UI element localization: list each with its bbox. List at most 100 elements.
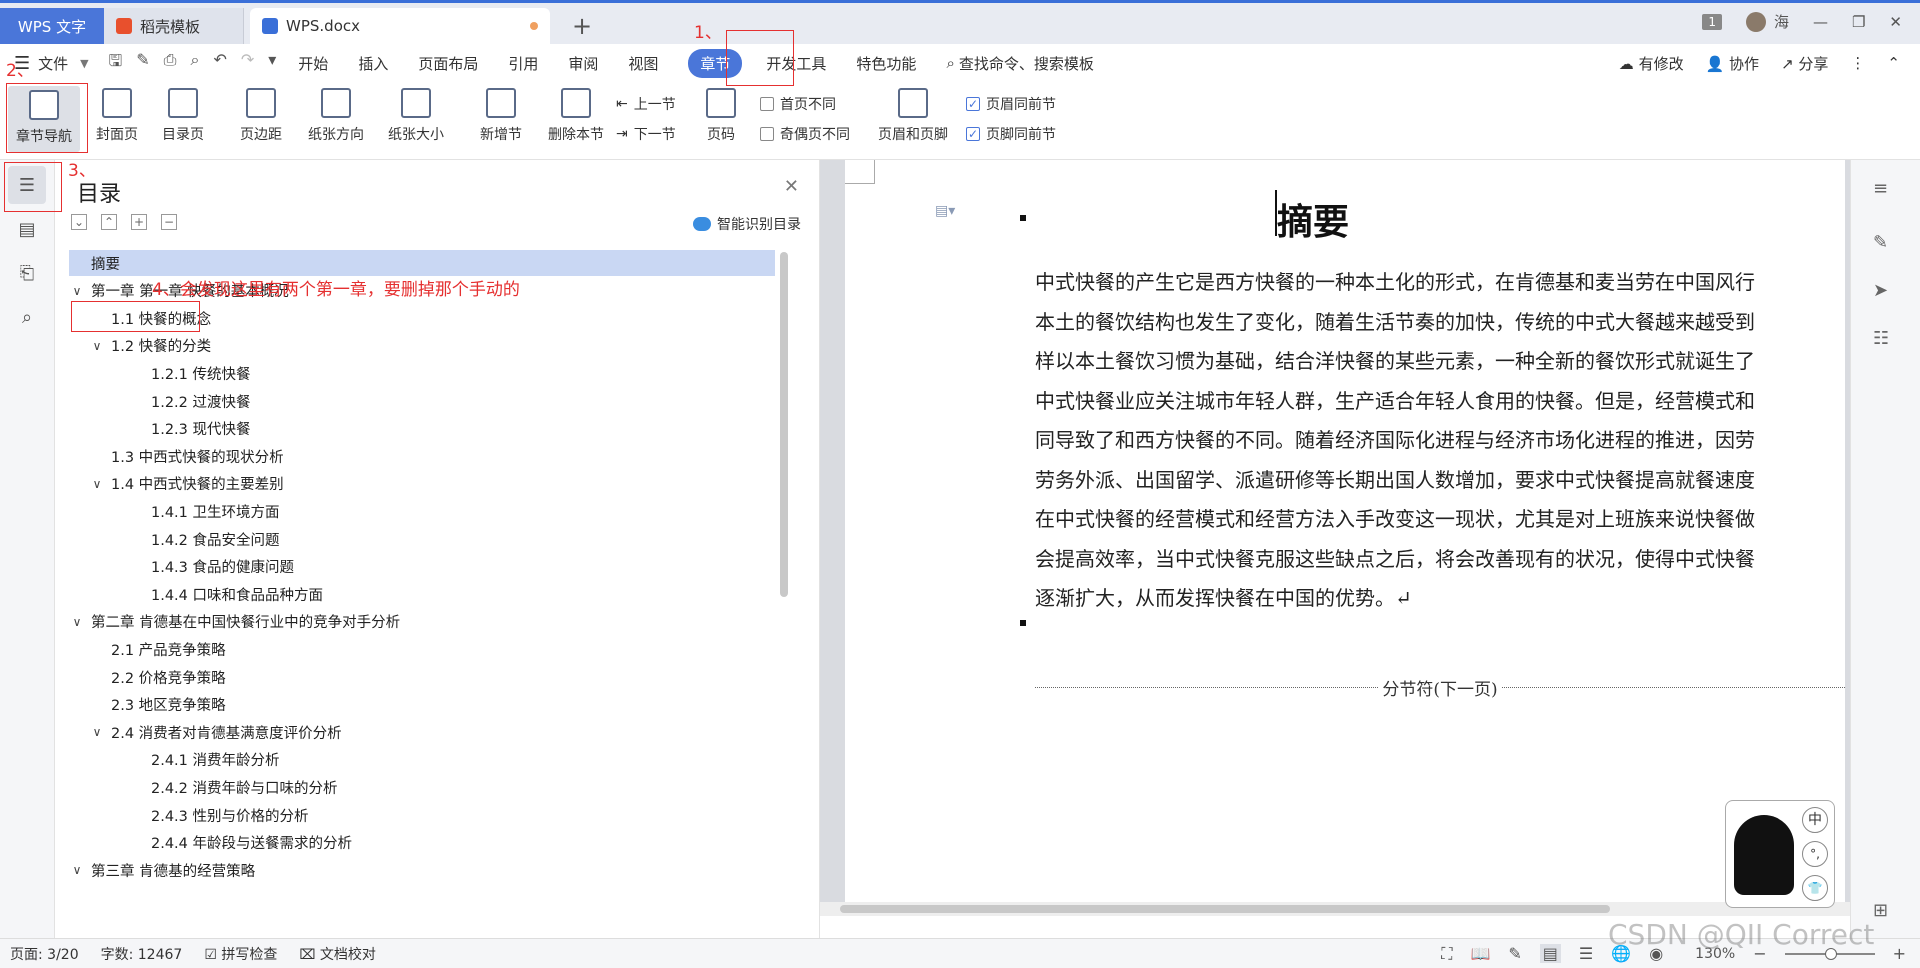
fullscreen-icon[interactable]: ⛶ — [1441, 944, 1452, 964]
menu-start[interactable]: 开始 — [298, 53, 328, 74]
chevron-down-icon[interactable]: ∨ — [69, 615, 85, 629]
toc-item[interactable]: 1.4.1 卫生环境方面 — [69, 498, 775, 524]
read-mode-icon[interactable]: 📖 — [1470, 944, 1490, 963]
window-count-badge[interactable]: 1 — [1702, 13, 1722, 30]
outline-view-icon[interactable]: ☰ — [1579, 944, 1593, 963]
chevron-down-icon[interactable]: ∨ — [69, 863, 85, 877]
toc-item[interactable]: 摘要 — [69, 250, 775, 276]
zoom-in-icon[interactable]: + — [1893, 944, 1906, 963]
footer-same-checkbox[interactable]: ✓ 页脚同前节 — [966, 124, 1056, 144]
tab-daoke-templates[interactable]: 稻壳模板 — [104, 8, 244, 44]
margin-button[interactable]: 页边距 — [240, 88, 282, 144]
chevron-down-icon[interactable]: ∨ — [89, 339, 105, 353]
spell-check-button[interactable]: ☑ 拼写检查 — [204, 944, 277, 964]
doc-proof-button[interactable]: ⌧ 文档校对 — [299, 944, 376, 964]
toc-item[interactable]: 2.4.3 性别与价格的分析 — [69, 802, 775, 828]
prev-section-button[interactable]: ⇤ 上一节 — [616, 94, 676, 114]
page-number-button[interactable]: 页码 — [706, 88, 736, 144]
toc-item[interactable]: 1.2.1 传统快餐 — [69, 360, 775, 386]
expand-up-icon[interactable]: ⌃ — [101, 214, 117, 230]
menu-references[interactable]: 引用 — [508, 53, 538, 74]
collapse-ribbon-icon[interactable]: ⌃ — [1887, 54, 1900, 72]
minimize-button[interactable]: — — [1813, 13, 1828, 31]
toc-item[interactable]: 1.4.2 食品安全问题 — [69, 526, 775, 552]
format-painter-icon[interactable]: ✎ — [136, 50, 149, 77]
ime-skin-button[interactable]: 👕 — [1802, 875, 1828, 901]
next-section-button[interactable]: ⇥ 下一节 — [616, 124, 676, 144]
horizontal-scrollbar[interactable] — [820, 902, 1850, 916]
apps-grid-icon[interactable]: ⊞ — [1873, 900, 1888, 921]
toc-item[interactable]: 2.2 价格竞争策略 — [69, 664, 775, 690]
settings-sliders-icon[interactable]: ☷ — [1873, 328, 1889, 349]
select-pointer-icon[interactable]: ➤ — [1873, 280, 1888, 301]
more-icon[interactable]: ▾ — [268, 50, 276, 77]
find-icon[interactable]: ⌕ — [8, 298, 46, 336]
ime-lang-toggle[interactable]: 中 — [1802, 807, 1828, 833]
doc-paragraph[interactable]: 中式快餐的产生它是西方快餐的一种本土化的形式，在肯德基和麦当劳在中国风行 本土的… — [1035, 263, 1845, 619]
toc-item[interactable]: 2.4.4 年龄段与送餐需求的分析 — [69, 830, 775, 856]
chevron-down-icon[interactable]: ∨ — [69, 284, 85, 298]
toc-scrollbar[interactable] — [780, 252, 788, 597]
menu-review[interactable]: 审阅 — [568, 53, 598, 74]
paste-options-icon[interactable]: ▤▾ — [935, 203, 955, 219]
page-indicator[interactable]: 页面: 3/20 — [10, 944, 79, 964]
toc-item[interactable]: ∨ 2.4 消费者对肯德基满意度评价分析 — [69, 719, 775, 745]
toc-item[interactable]: 2.4.1 消费年龄分析 — [69, 747, 775, 773]
bookmark-icon[interactable]: ⎗ — [8, 254, 46, 292]
toc-item[interactable]: ∨ 第三章 肯德基的经营策略 — [69, 857, 775, 883]
header-same-checkbox[interactable]: ✓ 页眉同前节 — [966, 94, 1056, 114]
chevron-down-icon[interactable]: ∨ — [89, 725, 105, 739]
toc-item[interactable]: 1.2.2 过渡快餐 — [69, 388, 775, 414]
odd-even-diff-checkbox[interactable]: 奇偶页不同 — [760, 124, 850, 144]
tab-wps-writer[interactable]: WPS 文字 — [0, 8, 104, 44]
share-button[interactable]: ↗ 分享 — [1781, 53, 1828, 74]
menu-special[interactable]: 特色功能 — [856, 53, 916, 74]
collab-button[interactable]: 👤 协作 — [1706, 53, 1759, 74]
user-name[interactable]: 海 — [1774, 11, 1789, 32]
ime-punct-toggle[interactable]: °, — [1802, 841, 1828, 867]
first-page-diff-checkbox[interactable]: 首页不同 — [760, 94, 836, 114]
command-search[interactable]: ⌕ 查找命令、搜索模板 — [946, 53, 1093, 74]
toc-item[interactable]: 2.3 地区竞争策略 — [69, 692, 775, 718]
smart-toc-button[interactable]: 智能识别目录 — [693, 214, 801, 234]
print-icon[interactable]: ⎙ — [164, 50, 177, 77]
cover-page-button[interactable]: 封面页 — [96, 88, 138, 144]
menu-insert[interactable]: 插入 — [358, 53, 388, 74]
collapse-all-icon[interactable]: ⌄ — [71, 214, 87, 230]
header-footer-button[interactable]: 页眉和页脚 — [878, 88, 948, 144]
toc-item[interactable]: 1.4.3 食品的健康问题 — [69, 554, 775, 580]
paper-size-button[interactable]: 纸张大小 — [388, 88, 444, 144]
undo-icon[interactable]: ↶ — [213, 50, 226, 77]
pen-icon[interactable]: ✎ — [1873, 232, 1888, 253]
toc-item[interactable]: 1.4.4 口味和食品品种方面 — [69, 581, 775, 607]
redo-icon[interactable]: ↷ — [241, 50, 254, 77]
write-mode-icon[interactable]: ✎ — [1508, 944, 1521, 963]
word-count[interactable]: 字数: 12467 — [101, 944, 183, 964]
toc-item[interactable]: 2.1 产品竞争策略 — [69, 636, 775, 662]
avatar[interactable] — [1745, 11, 1766, 32]
tab-document[interactable]: WPS.docx — [250, 8, 550, 44]
close-window-button[interactable]: ✕ — [1889, 13, 1902, 31]
toc-item[interactable]: ∨ 1.2 快餐的分类 — [69, 333, 775, 359]
toc-item[interactable]: 1.2.3 现代快餐 — [69, 416, 775, 442]
close-icon[interactable]: ✕ — [784, 176, 799, 197]
toc-item[interactable]: ∨ 1.4 中西式快餐的主要差别 — [69, 471, 775, 497]
ime-widget[interactable]: 中 °, 👕 — [1725, 800, 1835, 908]
toc-item[interactable]: 2.4.2 消费年龄与口味的分析 — [69, 774, 775, 800]
remove-heading-icon[interactable]: − — [161, 214, 177, 230]
toc-page-button[interactable]: 目录页 — [162, 88, 204, 144]
orientation-button[interactable]: 纸张方向 — [308, 88, 364, 144]
toc-item[interactable]: 1.3 中西式快餐的现状分析 — [69, 443, 775, 469]
menu-page-layout[interactable]: 页面布局 — [418, 53, 478, 74]
more-menu-icon[interactable]: ⋮ — [1850, 54, 1865, 72]
menu-view[interactable]: 视图 — [628, 53, 658, 74]
new-section-button[interactable]: 新增节 — [480, 88, 522, 144]
zoom-slider[interactable] — [1784, 947, 1875, 960]
new-tab-button[interactable]: + — [560, 8, 604, 44]
add-heading-icon[interactable]: + — [131, 214, 147, 230]
horizontal-scroll-thumb[interactable] — [840, 905, 1610, 913]
toc-item[interactable]: ∨ 第二章 肯德基在中国快餐行业中的竞争对手分析 — [69, 609, 775, 635]
collapse-pane-icon[interactable]: ≡ — [1873, 178, 1888, 199]
save-icon[interactable]: 🖫 — [109, 50, 123, 77]
restore-button[interactable]: ❐ — [1852, 13, 1865, 31]
